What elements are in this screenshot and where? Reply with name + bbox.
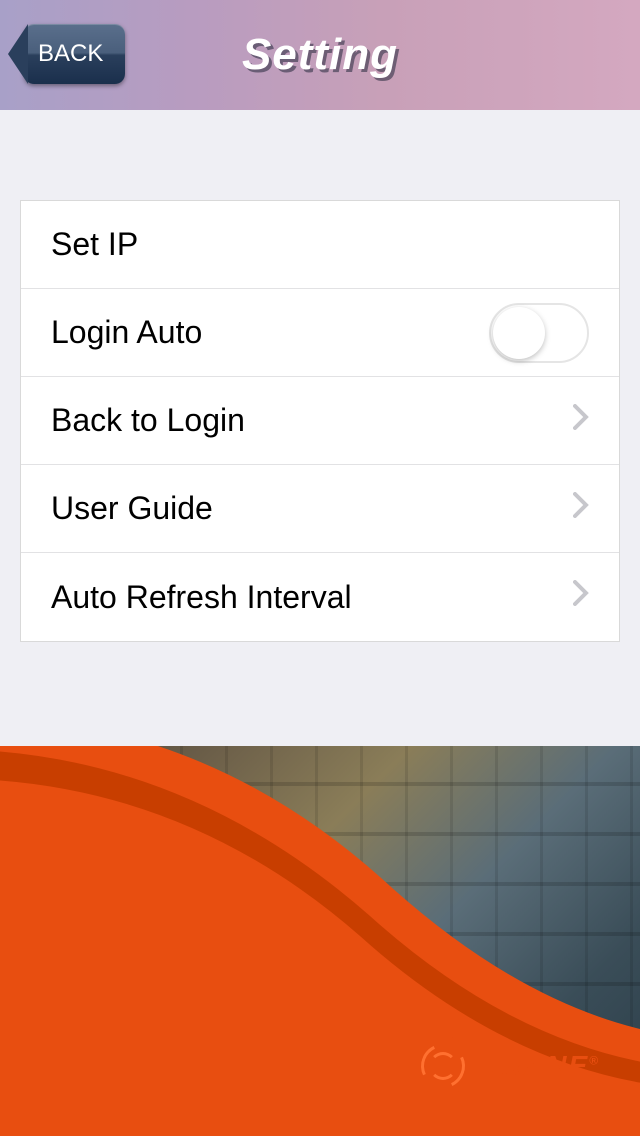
toggle-knob: [493, 307, 545, 359]
chevron-right-icon: [573, 492, 589, 526]
auto-refresh-row[interactable]: Auto Refresh Interval: [21, 553, 619, 641]
back-button-label: BACK: [38, 40, 103, 68]
chevron-right-icon: [573, 580, 589, 614]
set-ip-row[interactable]: Set IP: [21, 201, 619, 289]
user-guide-row[interactable]: User Guide: [21, 465, 619, 553]
brand-logo-icon: [413, 1036, 473, 1096]
row-label: Auto Refresh Interval: [51, 579, 352, 616]
back-to-login-row[interactable]: Back to Login: [21, 377, 619, 465]
content-area: Set IP Login Auto Back to Login User Gui…: [0, 110, 640, 642]
row-label: Set IP: [51, 226, 138, 263]
brand-logo-text: TRANE®: [483, 1050, 600, 1082]
header-bar: BACK Setting: [0, 0, 640, 110]
footer-banner: TRANE®: [0, 746, 640, 1136]
chevron-right-icon: [573, 404, 589, 438]
row-label: Back to Login: [51, 402, 245, 439]
back-button[interactable]: BACK: [24, 24, 125, 84]
login-auto-row: Login Auto: [21, 289, 619, 377]
row-label: Login Auto: [51, 314, 202, 351]
login-auto-toggle[interactable]: [489, 303, 589, 363]
row-label: User Guide: [51, 490, 213, 527]
settings-list: Set IP Login Auto Back to Login User Gui…: [20, 200, 620, 642]
brand-logo: TRANE®: [413, 1036, 600, 1096]
page-title: Setting: [242, 30, 398, 80]
